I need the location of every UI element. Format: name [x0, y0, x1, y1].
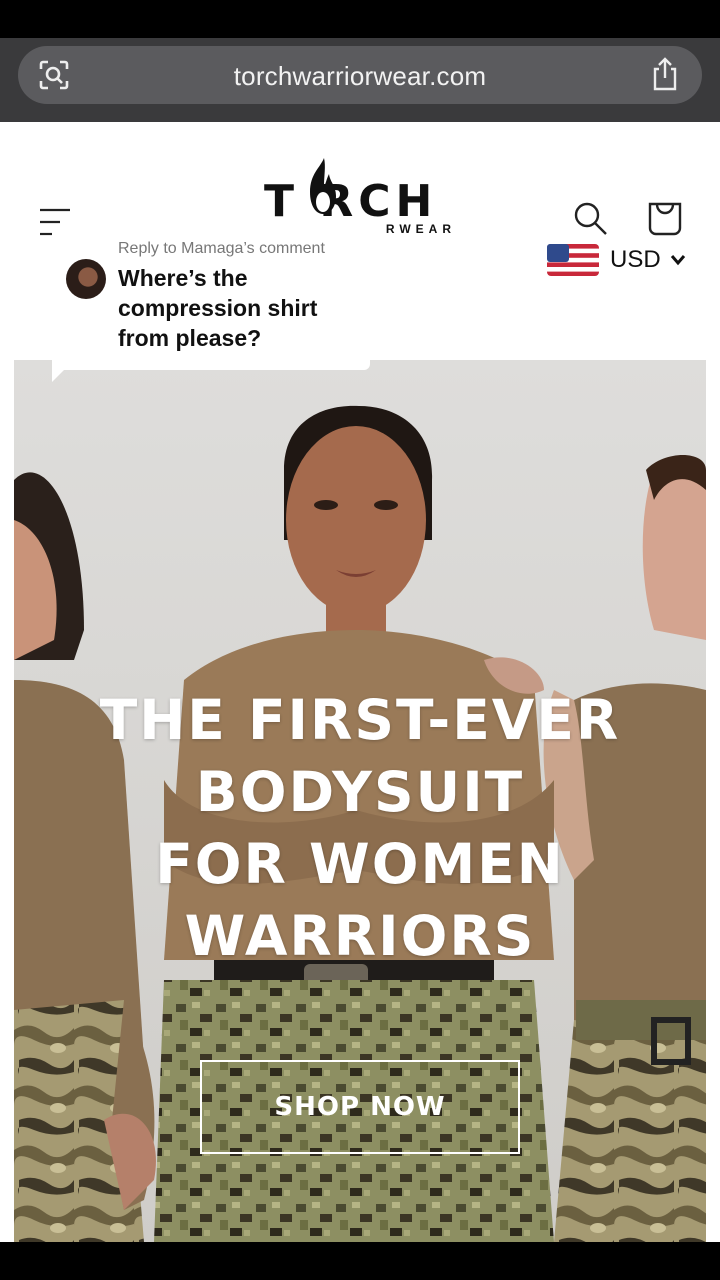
status-bar — [0, 0, 720, 38]
logo-wordmark: T RCH — [264, 176, 438, 227]
headline-line-1: THE FIRST-EVER — [99, 688, 621, 752]
headline-line-2: BODYSUIT — [195, 760, 525, 824]
currency-selector[interactable]: USD — [610, 246, 661, 274]
headline-line-3: FOR WOMEN — [155, 832, 565, 896]
flame-icon — [310, 158, 336, 214]
brand-logo[interactable]: T RCH RWEAR — [264, 156, 458, 238]
share-icon[interactable] — [650, 57, 680, 91]
browser-toolbar: torchwarriorwear.com — [0, 38, 720, 122]
us-flag-icon[interactable] — [547, 244, 599, 276]
bottom-bar — [0, 1242, 720, 1280]
search-icon[interactable] — [572, 200, 608, 236]
reply-comment-text: Where’s the compression shirt from pleas… — [118, 265, 318, 351]
avatar[interactable] — [66, 259, 106, 299]
hero-banner[interactable]: THE FIRST-EVER BODYSUIT FOR WOMEN WARRIO… — [14, 360, 706, 1242]
url-text[interactable]: torchwarriorwear.com — [18, 61, 702, 92]
headline-line-4: WARRIORS — [184, 904, 536, 968]
bubble-tail — [52, 360, 74, 382]
reply-meta-text: Reply to Mamaga’s comment — [118, 240, 325, 257]
hero-headline: THE FIRST-EVER BODYSUIT FOR WOMEN WARRIO… — [14, 684, 706, 972]
logo-subtext: RWEAR — [385, 222, 456, 236]
shopping-bag-icon[interactable] — [646, 198, 684, 236]
address-bar[interactable]: torchwarriorwear.com — [18, 46, 702, 104]
shop-now-button[interactable]: SHOP NOW — [200, 1060, 520, 1154]
chevron-down-icon[interactable] — [670, 254, 686, 266]
